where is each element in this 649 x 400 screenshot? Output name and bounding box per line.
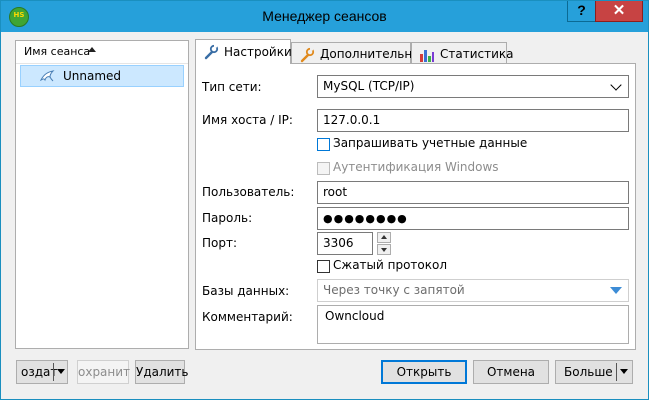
network-type-select[interactable]: MySQL (TCP/IP) — [317, 75, 629, 98]
port-value: 3306 — [323, 236, 354, 250]
databases-placeholder: Через точку с запятой — [323, 283, 465, 297]
settings-panel: Тип сети: MySQL (TCP/IP) Имя хоста / IP:… — [195, 63, 636, 350]
checkbox-box[interactable] — [317, 260, 330, 273]
session-name-column-header: Имя сеанса — [24, 45, 91, 58]
help-icon: ? — [577, 2, 586, 18]
title-bar[interactable]: HS Менеджер сеансов ? ✕ — [1, 1, 648, 32]
cancel-button[interactable]: Отмена — [473, 360, 549, 384]
session-list-header[interactable]: Имя сеанса — [16, 41, 188, 64]
session-list[interactable]: Имя сеанса Unnamed — [15, 40, 189, 349]
comment-textarea[interactable]: Owncloud — [317, 305, 629, 344]
cancel-label: Отмена — [486, 365, 536, 379]
session-manager-window: HS Менеджер сеансов ? ✕ Имя сеанса Unnam… — [0, 0, 649, 400]
more-label: Больше — [564, 365, 613, 379]
help-button[interactable]: ? — [567, 1, 596, 22]
dropdown-triangle-icon[interactable] — [610, 287, 622, 294]
delete-label: Удалить — [136, 365, 189, 379]
tab-advanced-label: Дополнительно — [320, 47, 420, 61]
split-separator — [53, 363, 54, 381]
password-label: Пароль: — [202, 211, 253, 225]
windows-auth-label: Аутентификация Windows — [333, 160, 499, 174]
tab-advanced[interactable]: Дополнительно — [291, 42, 420, 64]
bar-chart-icon — [420, 50, 434, 62]
open-label: Открыть — [396, 365, 452, 379]
host-label: Имя хоста / IP: — [202, 113, 293, 127]
port-decrement-button[interactable] — [377, 244, 391, 255]
tab-settings-label: Настройки — [224, 45, 292, 59]
window-title: Менеджер сеансов — [262, 8, 387, 24]
prompt-credentials-label: Запрашивать учетные данные — [333, 136, 528, 150]
new-session-button[interactable]: оздат — [16, 360, 68, 384]
dropdown-arrow-icon[interactable] — [57, 369, 65, 374]
tab-statistics-label: Статистика — [440, 47, 514, 61]
session-item[interactable]: Unnamed — [20, 65, 184, 87]
session-item-label: Unnamed — [63, 69, 122, 83]
arrow-down-icon — [381, 248, 387, 252]
wrench-orange-icon — [300, 47, 315, 63]
close-button[interactable]: ✕ — [595, 1, 643, 22]
checkbox-box-disabled — [317, 162, 330, 175]
user-input[interactable]: root — [317, 181, 629, 204]
network-type-value: MySQL (TCP/IP) — [323, 79, 415, 93]
host-value: 127.0.0.1 — [323, 113, 381, 127]
password-value: ●●●●●●●● — [323, 212, 408, 225]
more-button[interactable]: Больше — [555, 360, 633, 384]
dolphin-icon — [39, 70, 55, 82]
tab-statistics[interactable]: Статистика — [411, 42, 514, 64]
open-button[interactable]: Открыть — [381, 360, 467, 384]
port-label: Порт: — [202, 236, 238, 250]
host-input[interactable]: 127.0.0.1 — [317, 109, 629, 132]
tab-settings[interactable]: Настройки — [195, 39, 292, 64]
network-type-label: Тип сети: — [202, 80, 262, 94]
compress-protocol-label: Сжатый протокол — [333, 258, 448, 272]
new-session-label: оздат — [21, 365, 58, 379]
sort-ascending-icon — [88, 47, 96, 52]
delete-button[interactable]: Удалить — [135, 360, 189, 384]
databases-label: Базы данных: — [202, 284, 290, 298]
port-increment-button[interactable] — [377, 232, 391, 243]
split-separator — [616, 363, 617, 381]
dropdown-arrow-icon[interactable] — [620, 369, 628, 374]
save-label: охранит — [78, 365, 131, 379]
checkbox-box[interactable] — [317, 138, 330, 151]
user-value: root — [323, 185, 348, 199]
close-icon: ✕ — [612, 2, 626, 19]
comment-value: Owncloud — [325, 309, 385, 323]
save-button: охранит — [77, 360, 131, 384]
arrow-up-icon — [381, 235, 387, 239]
chevron-down-icon — [610, 79, 622, 91]
wrench-icon — [204, 44, 219, 60]
port-input[interactable]: 3306 — [317, 232, 373, 255]
password-input[interactable]: ●●●●●●●● — [317, 207, 629, 230]
comment-label: Комментарий: — [202, 310, 293, 324]
user-label: Пользователь: — [202, 185, 295, 199]
databases-input[interactable]: Через точку с запятой — [317, 279, 629, 302]
